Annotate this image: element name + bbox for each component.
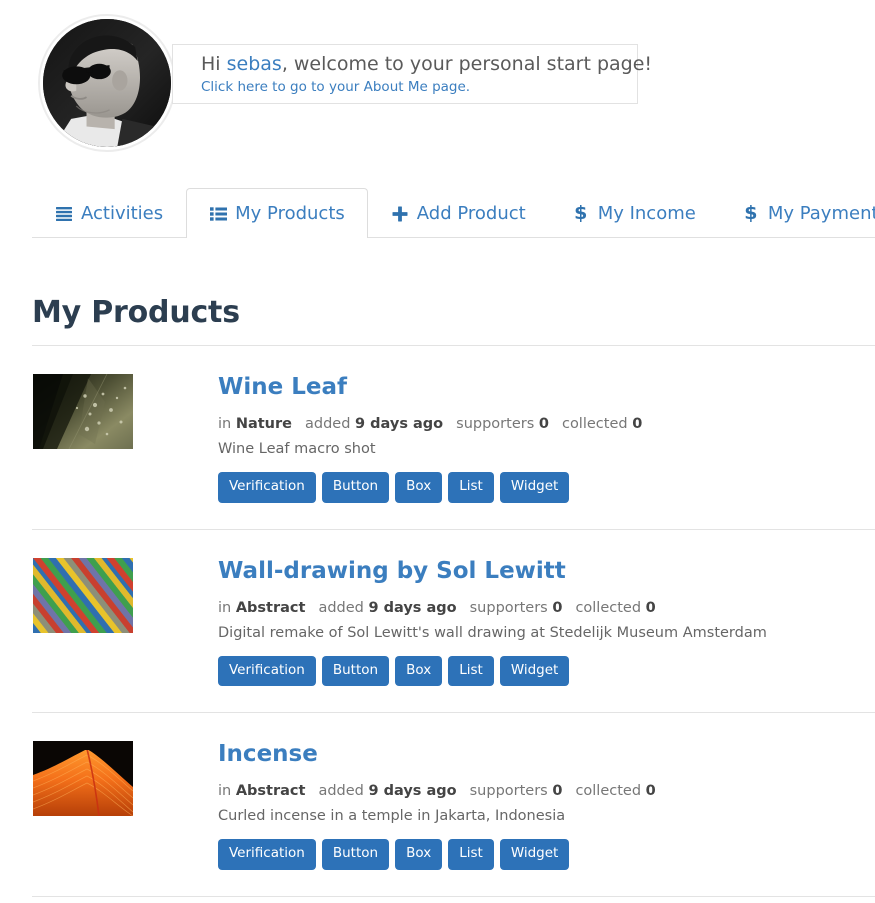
product-supporters: 0: [552, 599, 563, 616]
meta-label-added: added: [305, 416, 351, 432]
tab-activities[interactable]: Activities: [32, 189, 186, 237]
tab-label: Add Product: [416, 203, 526, 224]
box-button[interactable]: Box: [395, 839, 443, 870]
product-collected: 0: [632, 416, 643, 432]
meta-label-added: added: [318, 783, 364, 799]
product-description: Wine Leaf macro shot: [218, 441, 376, 457]
meta-label-supporters: supporters: [469, 599, 548, 616]
tab-label: My Income: [597, 203, 696, 224]
meta-label-in: in: [218, 599, 232, 616]
tab-label: My Payments: [767, 203, 875, 224]
box-button[interactable]: Box: [395, 472, 443, 503]
product-meta: in Abstract added 9 days ago supporters 0c…: [218, 598, 875, 618]
meta-label-collected: collected: [561, 416, 628, 432]
widget-button[interactable]: Widget: [499, 655, 570, 686]
list-ul-icon: [209, 205, 227, 223]
widget-button[interactable]: Widget: [499, 839, 570, 870]
meta-label-collected: collected: [575, 783, 642, 799]
page-title: My Products: [32, 295, 240, 331]
greeting-prefix: Hi: [201, 53, 227, 75]
welcome-greeting: Hi sebas, welcome to your personal start…: [201, 52, 652, 76]
meta-label-added: added: [318, 599, 364, 616]
tab-add-product[interactable]: Add Product: [368, 189, 549, 237]
plus-icon: [391, 205, 409, 223]
avatar[interactable]: [38, 14, 176, 152]
product-title-link[interactable]: Wall-drawing by Sol Lewitt: [218, 558, 566, 584]
button-button[interactable]: Button: [321, 472, 390, 503]
product-added: 9 days ago: [368, 783, 457, 799]
product-title-link[interactable]: Wine Leaf: [218, 374, 347, 400]
product-actions: Verification Button Box List Widget: [218, 655, 875, 686]
verification-button[interactable]: Verification: [218, 839, 316, 870]
diagonal-color-stripes-thumbnail[interactable]: [33, 557, 133, 633]
orange-incense-thumbnail[interactable]: [33, 741, 133, 816]
tab-my-products[interactable]: My Products: [186, 188, 368, 238]
list-button[interactable]: List: [448, 839, 494, 870]
product-description: Digital remake of Sol Lewitt's wall draw…: [218, 624, 767, 641]
verification-button[interactable]: Verification: [218, 472, 316, 503]
bars-icon: [55, 205, 73, 223]
product-added: 9 days ago: [368, 599, 457, 616]
product-category: Abstract: [235, 599, 306, 616]
product-info: Incense in Abstract added 9 days ago suppo…: [218, 741, 875, 870]
tab-bar: Activities My Products Add Product $ My …: [32, 186, 875, 238]
verification-button[interactable]: Verification: [218, 655, 316, 686]
product-supporters: 0: [538, 416, 549, 432]
wine-leaf-macro-thumbnail[interactable]: [33, 374, 133, 449]
product-row: Incense in Abstract added 9 days ago suppo…: [32, 713, 875, 896]
tab-label: My Products: [235, 203, 345, 224]
tab-my-income[interactable]: $ My Income: [549, 189, 719, 237]
product-supporters: 0: [552, 783, 563, 799]
welcome-box: Hi sebas, welcome to your personal start…: [172, 44, 652, 104]
list-button[interactable]: List: [448, 472, 494, 503]
greeting-suffix: , welcome to your personal start page!: [281, 53, 653, 75]
product-description: Curled incense in a temple in Jakarta, I…: [218, 808, 566, 824]
divider: [32, 895, 875, 897]
product-added: 9 days ago: [355, 416, 444, 432]
dollar-icon: $: [574, 202, 588, 224]
start-page: Hi sebas, welcome to your personal start…: [0, 0, 875, 903]
product-category: Abstract: [235, 783, 306, 799]
product-row: Wine Leaf in Nature added 9 days ago suppo…: [32, 346, 875, 529]
product-title-link[interactable]: Incense: [218, 741, 318, 767]
product-row: Wall-drawing by Sol Lewitt in Abstract ad…: [32, 530, 875, 713]
meta-label-in: in: [218, 783, 232, 799]
meta-label-supporters: supporters: [456, 416, 535, 432]
meta-label-in: in: [218, 416, 232, 432]
avatar-photo: [43, 19, 171, 147]
product-category: Nature: [235, 416, 292, 432]
button-button[interactable]: Button: [321, 839, 390, 870]
product-meta: in Nature added 9 days ago supporters 0 col…: [218, 414, 875, 434]
tab-my-payments[interactable]: $ My Payments: [719, 189, 875, 237]
product-info: Wall-drawing by Sol Lewitt in Abstract ad…: [218, 558, 875, 686]
product-info: Wine Leaf in Nature added 9 days ago suppo…: [218, 374, 875, 503]
product-meta: in Abstract added 9 days ago supporters 0c…: [218, 781, 875, 801]
page-header: Hi sebas, welcome to your personal start…: [0, 0, 875, 170]
product-actions: Verification Button Box List Widget: [218, 472, 875, 503]
box-button[interactable]: Box: [395, 655, 443, 686]
meta-label-collected: collected: [575, 599, 642, 616]
product-list: Wine Leaf in Nature added 9 days ago suppo…: [32, 345, 875, 897]
widget-button[interactable]: Widget: [499, 472, 570, 503]
button-button[interactable]: Button: [321, 655, 390, 686]
tab-label: Activities: [81, 203, 164, 224]
list-button[interactable]: List: [448, 655, 494, 686]
username-link[interactable]: sebas: [227, 53, 282, 75]
product-collected: 0: [645, 599, 656, 616]
product-collected: 0: [645, 783, 656, 799]
meta-label-supporters: supporters: [469, 783, 548, 799]
dollar-icon: $: [744, 202, 758, 224]
about-me-link[interactable]: Click here to go to your About Me page.: [201, 77, 637, 97]
product-actions: Verification Button Box List Widget: [218, 839, 875, 870]
